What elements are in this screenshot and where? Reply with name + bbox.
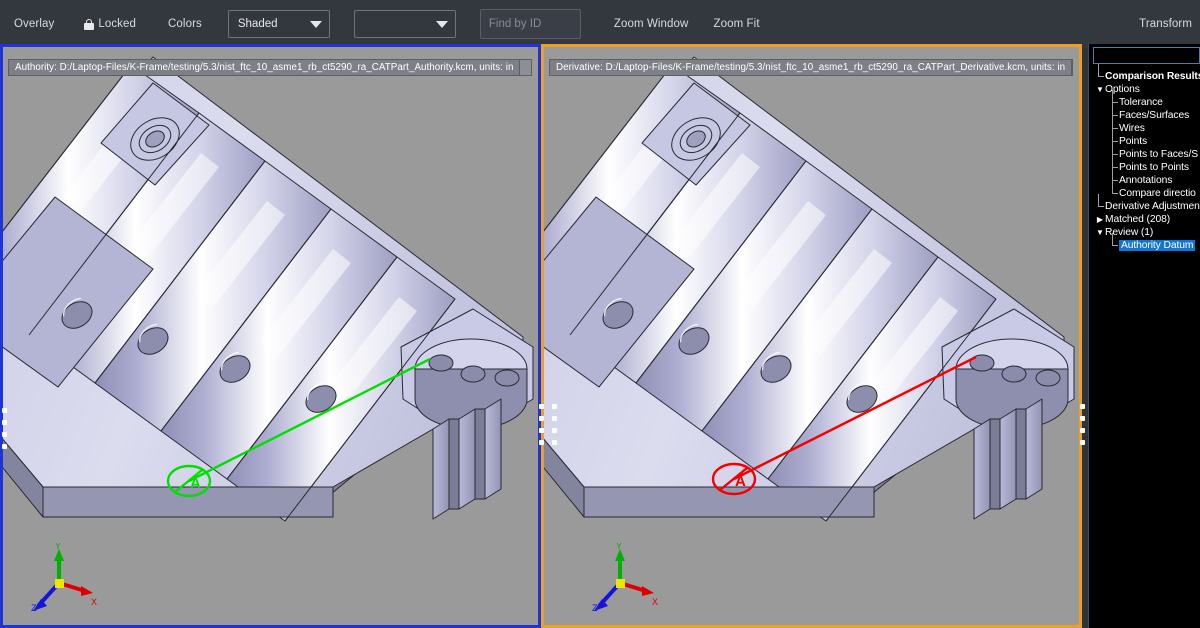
find-by-id-input[interactable]: Find by ID [479,9,581,39]
tree-item[interactable]: Derivative Adjustmen [1089,194,1200,213]
tree-elbow-icon [1109,233,1119,252]
tree-item-label: Points to Points [1119,162,1189,173]
axis-label-z: Z [592,603,598,613]
tree-elbow-icon [1109,155,1119,174]
zoom-window-label: Zoom Window [613,18,689,30]
locked-toggle[interactable]: Locked [84,18,136,30]
overlay-button[interactable]: Overlay [14,18,54,30]
derivative-viewport[interactable]: A Y X Z Derivative: D:/Laptop-Files/K-Fr… [541,44,1082,628]
tree-item-label: Faces/Surfaces [1119,110,1190,121]
tree-item[interactable]: Faces/Surfaces [1089,103,1200,122]
tree-elbow-icon [1109,116,1119,135]
center-splitter-grip-right[interactable] [551,404,558,445]
chevron-down-icon [309,20,322,28]
transform-button[interactable]: Transform [1139,18,1192,30]
zoom-fit-label: Zoom Fit [713,18,760,30]
transform-label: Transform [1139,18,1192,30]
tree-item-label: Tolerance [1119,97,1163,108]
tree-item-label: Derivative Adjustmen [1105,201,1200,212]
axis-triad: Y X Z [31,543,97,613]
cad-comparison-window: Overlay Locked Colors Shaded Find by ID … [0,0,1200,628]
twisty-expanded-icon[interactable]: ▼ [1095,226,1105,239]
lock-icon [84,18,95,30]
axis-triad: Y X Z [592,543,658,613]
tree-elbow-icon [1109,181,1119,200]
tree-elbow-icon [1109,129,1119,148]
tree-item-label: Matched (208) [1105,214,1171,225]
center-splitter-grip-left[interactable] [538,404,545,445]
axis-label-y: Y [616,543,622,551]
tree-item[interactable]: Comparison Results [1089,64,1200,83]
tree-elbow-icon [1109,168,1119,187]
results-tree[interactable]: Comparison Results ▼ Options Tolerance Faces… [1089,64,1200,628]
comparison-results-panel: Comparison Results ▼ Options Tolerance Faces… [1088,44,1200,628]
axis-label-x: X [652,597,658,607]
tree-item[interactable]: Annotations [1089,168,1200,187]
tree-search-input[interactable] [1093,47,1200,64]
tree-elbow-icon [1109,103,1119,122]
derivative-file-label: Derivative: D:/Laptop-Files/K-Frame/test… [549,59,1073,76]
tree-item[interactable]: Authority Datum [1089,233,1200,252]
secondary-select[interactable] [353,10,456,38]
tree-item-label: Points [1119,136,1148,147]
tree-item[interactable]: Tolerance [1089,90,1200,109]
axis-label-x: X [91,597,97,607]
tree-item[interactable]: Compare directio [1089,181,1200,200]
tree-item-label: Comparison Results [1105,71,1200,82]
tree-item[interactable]: Points to Faces/S [1089,142,1200,161]
locked-label: Locked [98,18,137,30]
left-splitter-grip[interactable] [1,408,8,449]
tree-item[interactable]: Points [1089,129,1200,148]
axis-label-y: Y [55,543,61,551]
derivative-pane-border [541,44,1082,628]
axis-label-z: Z [31,603,37,613]
tree-elbow-icon [1109,142,1119,161]
tree-item[interactable]: ▶ Matched (208) [1089,213,1200,226]
tree-item-label: Points to Faces/S [1119,149,1198,160]
tree-item-label: Options [1105,84,1140,95]
authority-viewport[interactable]: A Y X Z Authority: D:/Laptop-Files/K-Fra… [0,44,541,628]
tree-item-label: Wires [1119,123,1145,134]
tree-item-label: Annotations [1119,175,1173,186]
twisty-collapsed-icon[interactable]: ▶ [1095,213,1105,226]
find-by-id-placeholder: Find by ID [488,18,542,30]
tree-elbow-icon [1109,90,1119,109]
tree-item-label: Compare directio [1119,188,1196,199]
main-toolbar: Overlay Locked Colors Shaded Find by ID … [0,0,1200,48]
tree-item[interactable]: Wires [1089,116,1200,135]
authority-file-label: Authority: D:/Laptop-Files/K-Frame/testi… [8,59,521,76]
colors-label: Colors [168,18,202,30]
authority-pane-border [0,44,541,628]
twisty-expanded-icon[interactable]: ▼ [1095,83,1105,96]
tree-item[interactable]: ▼ Options [1089,83,1200,96]
overlay-label: Overlay [14,18,55,30]
zoom-window-button[interactable]: Zoom Window [614,18,689,30]
tree-item[interactable]: Points to Points [1089,155,1200,174]
display-mode-value: Shaded [237,18,278,30]
tree-elbow-icon [1095,64,1105,83]
tree-elbow-icon [1095,194,1105,213]
zoom-fit-button[interactable]: Zoom Fit [713,18,759,30]
colors-button[interactable]: Colors [168,18,202,30]
chevron-down-icon [435,20,448,28]
tree-item[interactable]: ▼ Review (1) [1089,226,1200,239]
display-mode-select[interactable]: Shaded [227,10,330,38]
right-splitter-grip[interactable] [1079,404,1086,445]
tree-item-label: Authority Datum [1119,240,1196,251]
